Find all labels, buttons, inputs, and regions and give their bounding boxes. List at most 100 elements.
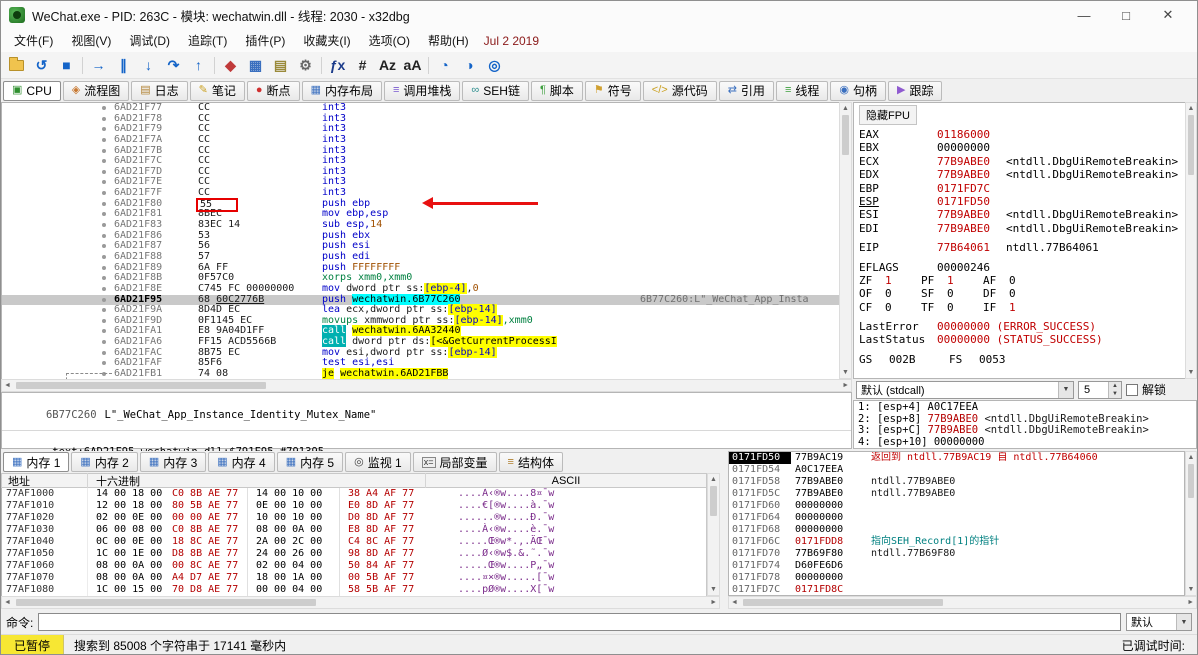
dump-hscrollbar[interactable]: ◄ ► — [1, 596, 720, 609]
dump-row[interactable]: 77AF1030 06 00 08 00 C0 8B AE 77 08 00 0A 0… — [2, 524, 706, 536]
az-button[interactable]: Az — [375, 54, 400, 77]
scroll-thumb[interactable] — [16, 382, 266, 389]
run-button[interactable]: → — [86, 54, 111, 77]
stack-row[interactable]: 0171FD64 00000000 — [729, 512, 1184, 524]
stack-row[interactable]: 0171FD68 00000000 — [729, 524, 1184, 536]
restart-button[interactable]: ↺ — [29, 54, 54, 77]
scroll-down-icon[interactable]: ▼ — [840, 367, 851, 378]
register-row[interactable]: EDX 77B9ABE0 <ntdll.DbgUiRemoteBreakin> — [859, 168, 1182, 181]
step-over-button[interactable]: ↷ — [161, 54, 186, 77]
settings-button[interactable]: ⚙ — [293, 54, 318, 77]
tab-graph[interactable]: ◈ 流程图 — [62, 80, 130, 101]
stack-row[interactable]: 0171FD54 A0C17EEA — [729, 464, 1184, 476]
tab-breakpoints[interactable]: ● 断点 — [246, 80, 300, 101]
tab-dump-3[interactable]: ▦ 内存 3 — [139, 452, 207, 472]
scroll-thumb[interactable] — [710, 486, 717, 516]
disassembly-vscrollbar[interactable]: ▲ ▼ — [839, 102, 852, 379]
dump-row[interactable]: 77AF1070 08 00 0A 00 A4 D7 AE 77 18 00 1A 0… — [2, 572, 706, 584]
breakpoint-gutter[interactable] — [2, 156, 114, 167]
menu-item-debug[interactable]: 调试(D) — [120, 29, 179, 52]
menu-item-options[interactable]: 选项(O) — [360, 29, 419, 52]
step-into-button[interactable]: ↓ — [136, 54, 161, 77]
dump-row[interactable]: 77AF1080 1C 00 15 00 70 D8 AE 77 00 00 04 0… — [2, 584, 706, 596]
scroll-thumb[interactable] — [1188, 115, 1194, 175]
breakpoint-gutter[interactable] — [2, 135, 114, 146]
breakpoint-gutter[interactable] — [2, 209, 114, 220]
dump-vscrollbar[interactable]: ▲ ▼ — [707, 473, 720, 596]
execute-till-return-button[interactable]: ↑ — [186, 54, 211, 77]
breakpoint-gutter[interactable] — [2, 124, 114, 135]
spinner-up-icon[interactable]: ▲ — [1109, 381, 1121, 390]
scroll-left-icon[interactable]: ◄ — [729, 597, 740, 608]
stack-vscrollbar[interactable]: ▲ ▼ — [1185, 451, 1197, 596]
stack-row[interactable]: 0171FD58 77B9ABE0 ntdll.77B9ABE0 — [729, 476, 1184, 488]
menu-item-favourites[interactable]: 收藏夹(I) — [294, 29, 359, 52]
breakpoint-gutter[interactable] — [2, 369, 114, 379]
log-button[interactable]: ▤ — [268, 54, 293, 77]
register-row[interactable]: EIP 77B64061 ntdll.77B64061 — [859, 241, 1182, 254]
scroll-thumb[interactable] — [842, 115, 849, 155]
command-input[interactable] — [38, 613, 1121, 631]
tab-dump-5[interactable]: ▦ 内存 5 — [276, 452, 344, 472]
stop-button[interactable]: ■ — [54, 54, 79, 77]
scroll-up-icon[interactable]: ▲ — [840, 103, 851, 114]
register-row[interactable]: EBP 0171FD7C — [859, 182, 1182, 195]
scroll-right-icon[interactable]: ► — [708, 597, 719, 608]
memory-map-button[interactable]: ▦ — [243, 54, 268, 77]
registers-vscrollbar[interactable]: ▲ ▼ — [1185, 102, 1197, 379]
stack-row[interactable]: 0171FD60 00000000 — [729, 500, 1184, 512]
dump-row[interactable]: 77AF1060 08 00 0A 00 00 8C AE 77 02 00 04 0… — [2, 560, 706, 572]
breakpoint-gutter[interactable] — [2, 199, 114, 210]
breakpoint-gutter[interactable] — [2, 337, 114, 348]
scroll-right-icon[interactable]: ► — [1185, 597, 1196, 608]
dump-row[interactable]: 77AF1020 02 00 0E 00 00 00 AE 77 10 00 10 0… — [2, 512, 706, 524]
breakpoint-gutter[interactable] — [2, 220, 114, 231]
stack-row[interactable]: 0171FD74 D60FE6D6 — [729, 560, 1184, 572]
tab-references[interactable]: ⇄ 引用 — [718, 80, 774, 101]
disasm-row[interactable]: 6AD21FB1 74 08 je wechatwin.6AD21FBB — [2, 368, 839, 379]
tab-symbols[interactable]: ⚑ 符号 — [584, 80, 641, 101]
scroll-thumb[interactable] — [16, 599, 316, 606]
tab-cpu[interactable]: ▣ CPU — [3, 80, 61, 101]
register-row[interactable]: EFLAGS 00000246 — [859, 261, 1182, 274]
menu-item-trace[interactable]: 追踪(T) — [179, 29, 236, 52]
title-bar[interactable]: WeChat.exe - PID: 263C - 模块: wechatwin.d… — [1, 1, 1197, 29]
scroll-down-icon[interactable]: ▼ — [1186, 584, 1197, 595]
dump-row[interactable]: 77AF1000 14 00 18 00 C0 8B AE 77 14 00 10 0… — [2, 488, 706, 500]
case-button[interactable]: aA — [400, 54, 425, 77]
stack-hscrollbar[interactable]: ◄ ► — [728, 596, 1197, 609]
tab-dump-2[interactable]: ▦ 内存 2 — [71, 452, 138, 472]
register-row[interactable]: ESP 0171FD50 — [859, 195, 1182, 208]
stack-row[interactable]: 0171FD78 00000000 — [729, 572, 1184, 584]
menu-item-help[interactable]: 帮助(H) — [419, 29, 478, 52]
breakpoint-gutter[interactable] — [2, 273, 114, 284]
tab-source[interactable]: </> 源代码 — [642, 80, 717, 101]
dump-row[interactable]: 77AF1050 1C 00 1E 00 D8 8B AE 77 24 00 26 0… — [2, 548, 706, 560]
menu-item-plugins[interactable]: 插件(P) — [236, 29, 294, 52]
checkbox-icon[interactable] — [1126, 383, 1138, 396]
disassembly-pane[interactable]: 6AD21F77 CC int3 6AD21F78 CC int3 6AD21F79 CC in… — [1, 102, 839, 379]
disasm-row[interactable]: 6AD21F88 57 push edi — [2, 251, 839, 263]
breakpoint-gutter[interactable] — [2, 167, 114, 178]
calling-convention-select[interactable]: 默认 (stdcall) ▼ — [856, 380, 1074, 399]
disasm-row[interactable]: 6AD21F8E C745 FC 00000000 mov dword ptr ss… — [2, 282, 839, 295]
dump-row[interactable]: 77AF1040 0C 00 0E 00 18 8C AE 77 2A 00 2C 0… — [2, 536, 706, 548]
menu-item-view[interactable]: 视图(V) — [62, 29, 120, 52]
breakpoint-gutter[interactable] — [2, 103, 114, 114]
registers-pane[interactable]: 隐藏FPU EAX 01186000 EBX 00000000 ECX 77B9ABE0 <… — [853, 102, 1197, 379]
stack-pane[interactable]: 0171FD50 77B9AC19 返回到 ntdll.77B9AC19 自 ntd… — [728, 451, 1185, 596]
breakpoint-gutter[interactable] — [2, 348, 114, 359]
register-row[interactable]: ECX 77B9ABE0 <ntdll.DbgUiRemoteBreakin> — [859, 155, 1182, 168]
tab-call-stack[interactable]: ≡ 调用堆栈 — [383, 80, 461, 101]
breakpoint-gutter[interactable] — [2, 358, 114, 369]
breakpoint-gutter[interactable] — [2, 284, 114, 295]
stack-row[interactable]: 0171FD6C 0171FDD8 指向SEH_Record[1]的指针 — [729, 536, 1184, 548]
compare-button[interactable]: ◑ — [457, 54, 482, 77]
register-row[interactable]: EAX 01186000 — [859, 128, 1182, 141]
tab-notes[interactable]: ✎ 笔记 — [189, 80, 245, 101]
register-row[interactable]: LastError 00000000 (ERROR_SUCCESS) — [859, 320, 1182, 333]
disasm-row[interactable]: 6AD21F7A CC int3 — [2, 134, 839, 146]
hide-fpu-button[interactable]: 隐藏FPU — [859, 105, 917, 125]
scroll-thumb[interactable] — [1188, 464, 1194, 498]
scroll-thumb[interactable] — [743, 599, 943, 606]
